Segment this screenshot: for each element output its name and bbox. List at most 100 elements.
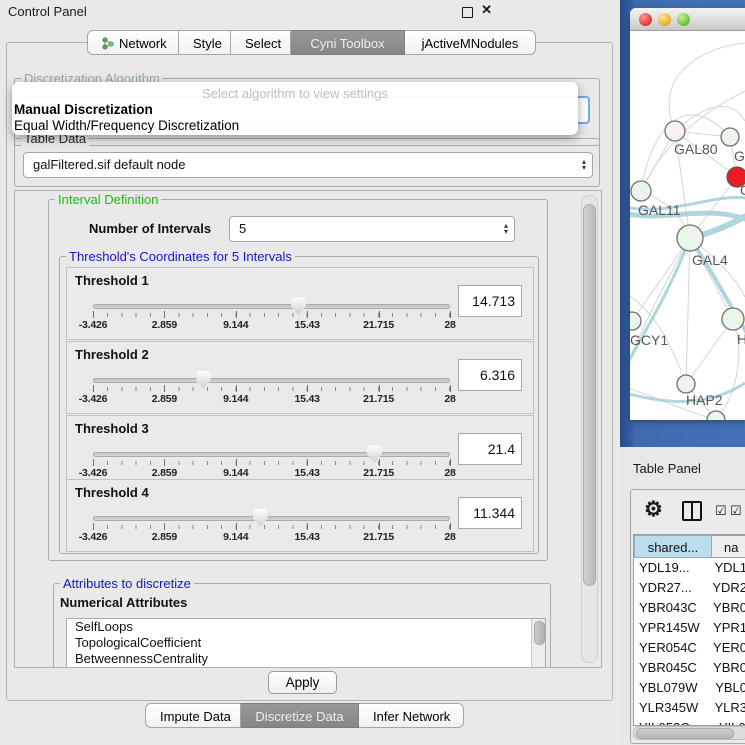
tab-label: Select <box>245 36 281 51</box>
table-row[interactable]: YLR345WYLR3 <box>634 698 745 718</box>
tab-label: Infer Network <box>373 709 450 724</box>
table-data-group: Table Data galFiltered.sif default node … <box>14 138 600 187</box>
apply-button[interactable]: Apply <box>268 671 337 694</box>
list-scrollbar[interactable] <box>531 619 545 667</box>
threshold-panel: Threshold 3 -3.426 2.859 9.144 15.43 21.… <box>66 415 534 488</box>
table-header-row: shared... na <box>634 535 745 558</box>
node-h[interactable] <box>722 308 744 330</box>
list-item[interactable]: BetweennessCentrality <box>67 651 545 667</box>
node-gal4[interactable] <box>677 225 703 251</box>
table-row[interactable]: YBR045CYBR0 <box>634 658 745 678</box>
settings-scrollbar[interactable] <box>581 195 598 663</box>
scale-label: 2.859 <box>134 393 194 405</box>
scrollbar-thumb[interactable] <box>534 621 545 645</box>
combobox-value: 5 <box>239 217 246 241</box>
threshold-value-field[interactable]: 6.316 <box>458 359 522 391</box>
group-label: Threshold's Coordinates for 5 Intervals <box>66 249 295 264</box>
scale-label: 15.43 <box>277 531 337 543</box>
numerical-attributes-list[interactable]: SelfLoops TopologicalCoefficient Between… <box>66 618 546 668</box>
float-icon[interactable] <box>462 7 473 18</box>
list-item[interactable]: SelfLoops <box>67 619 545 635</box>
threshold-slider[interactable]: -3.426 2.859 9.144 15.43 21.715 28 <box>93 508 450 542</box>
top-tab-bar: Network Style Select Cyni Toolbox jActiv… <box>87 30 536 55</box>
network-canvas[interactable]: GAL80 GA C GAL11 GAL4 GCY1 H HAP2 <box>630 31 745 420</box>
tab-style[interactable]: Style <box>179 30 231 55</box>
slider-ticks <box>93 525 450 529</box>
threshold-value-field[interactable]: 11.344 <box>458 497 522 529</box>
scale-label: 2.859 <box>134 467 194 479</box>
algorithm-dropdown-popup: Select algorithm to view settings Manual… <box>12 82 578 135</box>
spinner-arrows-icon: ▴▾ <box>504 217 508 241</box>
node-gcy1[interactable] <box>630 312 641 330</box>
table-row[interactable]: YBL079WYBL0 <box>634 678 745 698</box>
tab-select[interactable]: Select <box>231 30 291 55</box>
slider-track[interactable] <box>93 516 450 521</box>
slider-track[interactable] <box>93 378 450 383</box>
column-header-shared-name[interactable]: shared... <box>634 535 712 558</box>
threshold-slider[interactable]: -3.426 2.859 9.144 15.43 21.715 28 <box>93 444 450 478</box>
threshold-slider[interactable]: -3.426 2.859 9.144 15.43 21.715 28 <box>93 296 450 330</box>
node-top-right[interactable] <box>721 128 739 146</box>
table-row[interactable]: YBR043CYBR0 <box>634 598 745 618</box>
node-gal80[interactable] <box>665 121 685 141</box>
node-hap2[interactable] <box>677 375 695 393</box>
scrollbar-thumb[interactable] <box>636 728 734 739</box>
slider-ticks <box>93 313 450 317</box>
table-panel-title: Table Panel <box>633 461 701 476</box>
table-row[interactable]: YDR27...YDR2 <box>634 578 745 598</box>
network-icon <box>102 33 114 58</box>
scale-label: 28 <box>420 319 480 331</box>
table-horizontal-scrollbar[interactable] <box>633 726 745 740</box>
popup-placeholder: Select algorithm to view settings <box>12 86 578 101</box>
tab-network[interactable]: Network <box>87 30 179 55</box>
minimize-traffic-light-icon[interactable] <box>658 13 671 26</box>
tab-label: Cyni Toolbox <box>310 36 384 51</box>
slider-track[interactable] <box>93 304 450 309</box>
node-label: H <box>737 331 745 347</box>
node-label: C <box>740 182 745 198</box>
bottom-tab-bar: Impute Data Discretize Data Infer Networ… <box>145 703 464 728</box>
node-gal11[interactable] <box>631 181 651 201</box>
popup-option-manual[interactable]: Manual Discretization <box>14 102 153 117</box>
table-row[interactable]: YIL052CYIL0 <box>634 718 745 726</box>
gear-icon[interactable]: ⚙ <box>644 497 663 522</box>
combobox-value: galFiltered.sif default node <box>33 153 185 177</box>
group-label: Interval Definition <box>55 192 161 207</box>
threshold-value-field[interactable]: 14.713 <box>458 285 522 317</box>
threshold-panel: Threshold 2 -3.426 2.859 9.144 15.43 21.… <box>66 341 534 414</box>
checkbox-icon[interactable]: ☑ <box>730 503 742 519</box>
checkbox-icon[interactable]: ☑ <box>715 503 727 519</box>
tab-cyni-toolbox[interactable]: Cyni Toolbox <box>291 30 405 55</box>
table-row[interactable]: YPR145WYPR1 <box>634 618 745 638</box>
table-row[interactable]: YDL19...YDL1 <box>634 558 745 578</box>
table-row[interactable]: YER054CYER0 <box>634 638 745 658</box>
tab-discretize-data[interactable]: Discretize Data <box>241 703 359 728</box>
table-data-combobox[interactable]: galFiltered.sif default node ▴▾ <box>23 152 593 178</box>
close-traffic-light-icon[interactable] <box>639 13 652 26</box>
slider-ticks <box>93 461 450 465</box>
slider-track[interactable] <box>93 452 450 457</box>
column-header-name[interactable]: na <box>712 535 745 558</box>
threshold-label: Threshold 2 <box>75 347 149 362</box>
network-graph: GAL80 GA C GAL11 GAL4 GCY1 H HAP2 <box>630 31 745 420</box>
tab-impute-data[interactable]: Impute Data <box>145 703 241 728</box>
tab-jactivemnodules[interactable]: jActiveMNodules <box>405 30 536 55</box>
columns-icon[interactable] <box>682 501 702 521</box>
network-window-titlebar[interactable] <box>630 8 745 31</box>
close-icon[interactable]: ✕ <box>481 2 492 18</box>
threshold-slider[interactable]: -3.426 2.859 9.144 15.43 21.715 28 <box>93 370 450 404</box>
num-intervals-combobox[interactable]: 5 ▴▾ <box>229 216 515 242</box>
zoom-traffic-light-icon[interactable] <box>677 13 690 26</box>
num-intervals-label: Number of Intervals <box>89 221 211 236</box>
popup-option-equal-width[interactable]: Equal Width/Frequency Discretization <box>14 118 239 133</box>
scale-label: -3.426 <box>63 319 123 331</box>
attributes-group: Attributes to discretize Numerical Attri… <box>53 583 551 668</box>
network-window: GAL80 GA C GAL11 GAL4 GCY1 H HAP2 <box>630 8 745 420</box>
node-label: GAL4 <box>692 252 728 268</box>
list-item[interactable]: TopologicalCoefficient <box>67 635 545 651</box>
threshold-value-field[interactable]: 21.4 <box>458 433 522 465</box>
scale-label: -3.426 <box>63 531 123 543</box>
tab-infer-network[interactable]: Infer Network <box>359 703 464 728</box>
threshold-label: Threshold 3 <box>75 421 149 436</box>
scrollbar-thumb[interactable] <box>583 204 596 586</box>
